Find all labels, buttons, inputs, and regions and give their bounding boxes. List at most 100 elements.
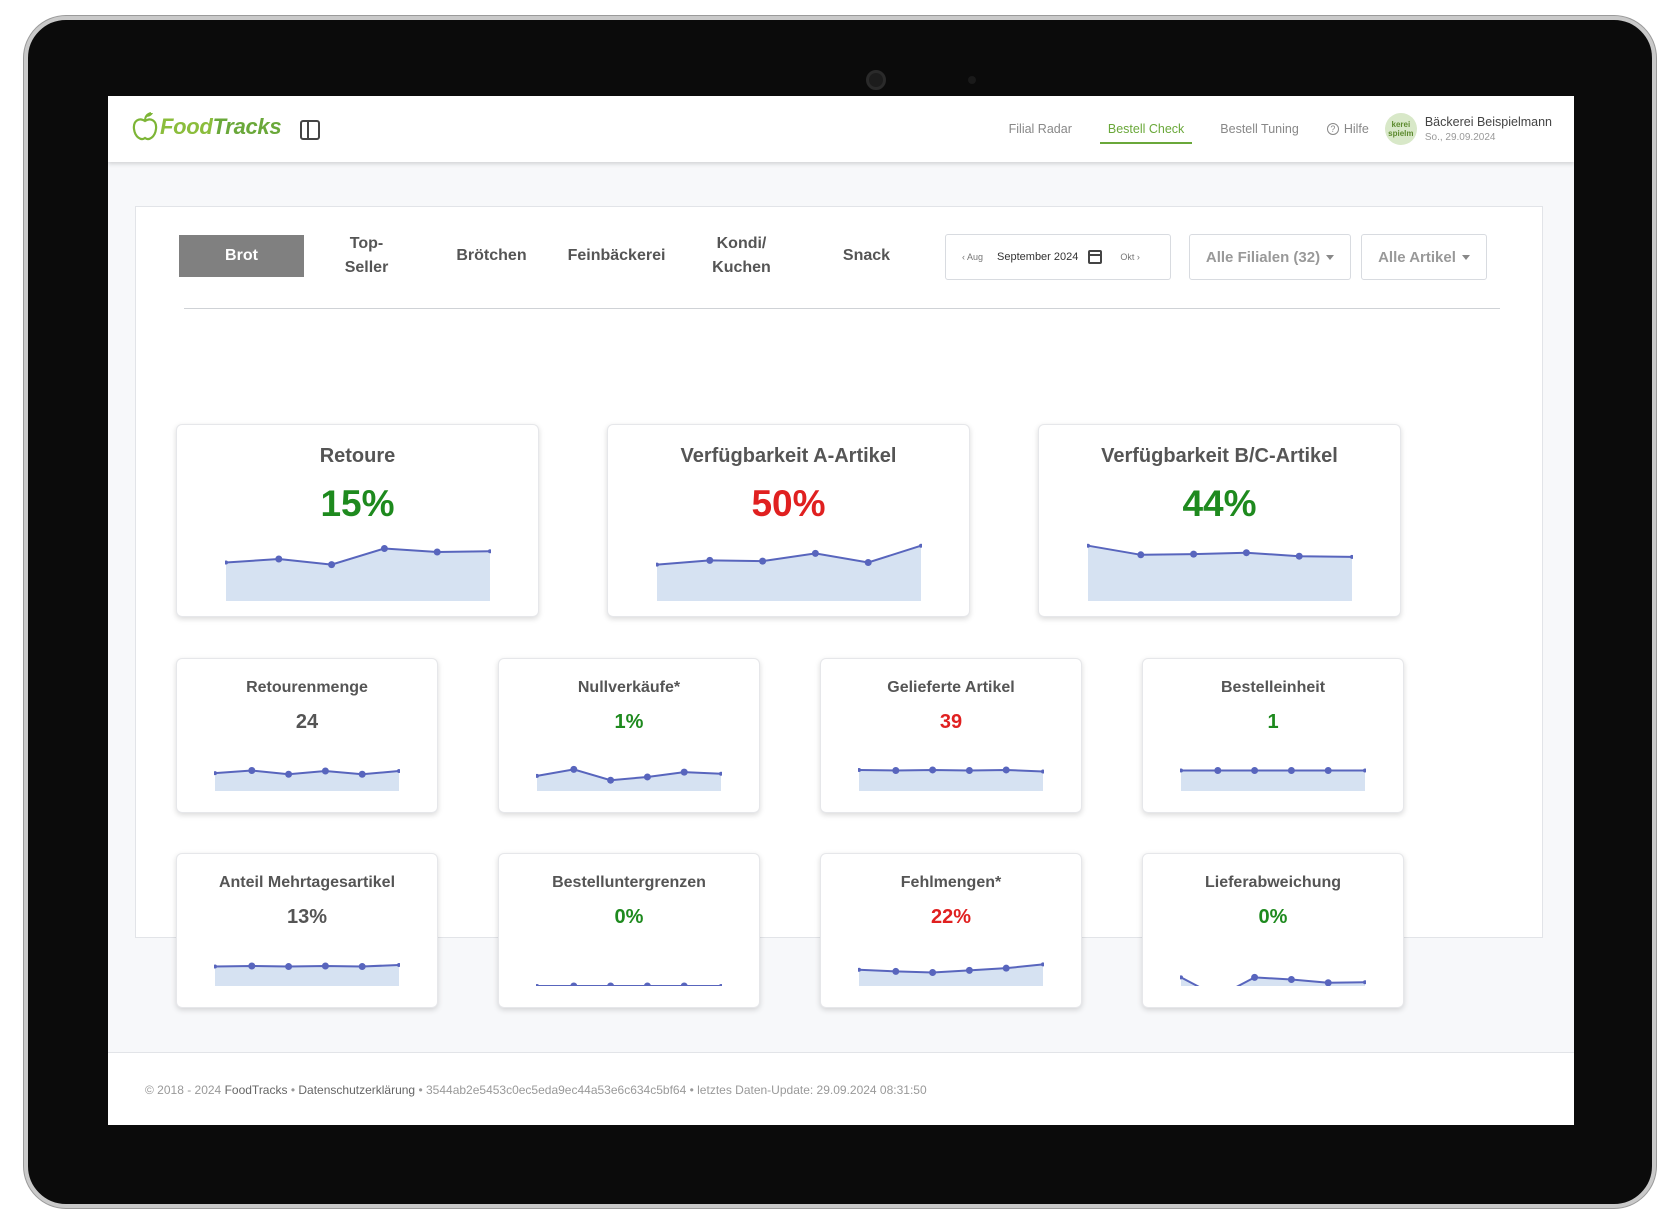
kpi-title: Retourenmenge — [246, 679, 368, 696]
tab-snack[interactable]: Snack — [804, 235, 929, 277]
kpi-card[interactable]: Lieferabweichung 0% — [1142, 853, 1404, 1008]
current-month[interactable]: September 2024 — [997, 251, 1078, 263]
kpi-title: Verfügbarkeit A-Artikel — [680, 445, 897, 467]
kpi-card[interactable]: Bestelleinheit 1 — [1142, 658, 1404, 813]
kpi-card[interactable]: Verfügbarkeit A-Artikel 50% — [607, 424, 970, 617]
footer-separator: • — [418, 1083, 426, 1097]
kpi-card[interactable]: Gelieferte Artikel 39 — [820, 658, 1082, 813]
kpi-card[interactable]: Bestelluntergrenzen 0% — [498, 853, 760, 1008]
tab-broetchen[interactable]: Brötchen — [429, 235, 554, 277]
sparkline-point — [1002, 964, 1010, 972]
footer-copyright: © 2018 - 2024 — [145, 1083, 222, 1097]
nav-bestell-tuning[interactable]: Bestell Tuning — [1202, 96, 1317, 162]
sparkline-point — [719, 984, 722, 986]
sparkline-point — [285, 963, 293, 971]
sparkline-point — [1324, 979, 1332, 986]
kpi-title: Bestelluntergrenzen — [552, 874, 706, 891]
trend-sparkline — [214, 962, 400, 986]
apple-logo-icon — [132, 112, 158, 141]
user-menu[interactable]: kerei spielm Bäckerei Beispielmann So., … — [1379, 113, 1574, 145]
filialen-select[interactable]: Alle Filialen (32) — [1189, 234, 1351, 280]
trend-sparkline — [536, 765, 722, 791]
kpi-value: 0% — [1258, 906, 1288, 928]
main-nav: Filial Radar Bestell Check Bestell Tunin… — [991, 96, 1574, 162]
tab-top-seller[interactable]: Top- Seller — [304, 235, 429, 277]
sparkline-point — [1137, 551, 1145, 559]
sparkline-point — [1295, 552, 1303, 560]
artikel-select-label: Alle Artikel — [1378, 248, 1456, 266]
sparkline-point — [536, 984, 539, 986]
nav-bestell-check[interactable]: Bestell Check — [1090, 96, 1202, 162]
kpi-value: 0% — [614, 906, 644, 928]
user-name: Bäckerei Beispielmann — [1424, 115, 1552, 129]
tab-top-seller-label: Top- Seller — [344, 235, 389, 276]
calendar-icon[interactable] — [1088, 250, 1103, 264]
sparkline-point — [892, 967, 900, 975]
filialen-select-label: Alle Filialen (32) — [1205, 248, 1321, 266]
trend-sparkline — [1180, 766, 1366, 791]
kpi-card[interactable]: Nullverkäufe* 1% — [498, 658, 760, 813]
sparkline-point — [643, 982, 651, 986]
artikel-select[interactable]: Alle Artikel — [1361, 234, 1487, 280]
help-label: Hilfe — [1343, 122, 1369, 136]
tab-brot[interactable]: Brot — [179, 235, 304, 277]
sparkline-point — [680, 982, 688, 986]
next-month-button[interactable]: Okt › — [1120, 252, 1140, 262]
sparkline-point — [328, 561, 336, 569]
tab-feinbaeckerei[interactable]: Feinbäckerei — [554, 235, 679, 277]
toolbar-divider — [184, 308, 1500, 309]
sparkline-point — [570, 765, 578, 773]
kpi-title: Anteil Mehrtagesartikel — [218, 874, 396, 891]
sparkline-area — [657, 545, 921, 601]
footer-update: letztes Daten-Update: 29.09.2024 08:31:5… — [697, 1083, 927, 1097]
sparkline-point — [892, 766, 900, 774]
category-tabs: Brot Top- Seller Brötchen Feinbäckerei K… — [179, 235, 929, 277]
trend-sparkline — [536, 982, 722, 986]
kpi-value: 44% — [1182, 483, 1257, 524]
previous-month-button[interactable]: ‹ Aug — [962, 252, 983, 262]
help-icon: ? — [1326, 123, 1339, 135]
sparkline-point — [1242, 549, 1250, 557]
kpi-value: 1 — [1267, 711, 1279, 733]
kpi-title: Bestelleinheit — [1220, 679, 1326, 696]
camera-sensor — [968, 76, 976, 84]
kpi-title: Retoure — [319, 445, 396, 467]
app-screen: FoodTracks Filial Radar Bestell Check Be… — [108, 96, 1574, 1125]
sparkline-point — [321, 767, 329, 775]
kpi-card[interactable]: Fehlmengen* 22% — [820, 853, 1082, 1008]
kpi-value: 39 — [939, 711, 963, 733]
kpi-value: 1% — [614, 711, 644, 733]
sparkline-area — [859, 769, 1043, 791]
help-link[interactable]: ? Hilfe — [1317, 122, 1379, 136]
kpi-card[interactable]: Anteil Mehrtagesartikel 13% — [176, 853, 438, 1008]
avatar: kerei spielm — [1384, 113, 1417, 145]
sparkline-point — [811, 549, 819, 557]
sparkline-point — [1002, 766, 1010, 774]
sparkline-point — [680, 768, 688, 776]
main-content: Brot Top- Seller Brötchen Feinbäckerei K… — [108, 162, 1574, 1052]
sparkline-point — [275, 555, 283, 563]
sparkline-point — [1251, 973, 1259, 981]
kpi-title: Lieferabweichung — [1204, 874, 1342, 891]
sparkline-point — [1190, 550, 1198, 558]
foodtracks-logo[interactable]: FoodTracks — [132, 112, 282, 142]
trend-sparkline — [656, 543, 922, 601]
kpi-title: Nullverkäufe* — [577, 679, 681, 696]
footer-hash: 3544ab2e5453c0ec5eda9ec44a53e6c634c5bf64 — [426, 1083, 687, 1097]
sparkline-point — [706, 556, 714, 564]
nav-filial-radar[interactable]: Filial Radar — [991, 96, 1090, 162]
sparkline-point — [607, 982, 615, 986]
kpi-value: 15% — [320, 483, 395, 524]
kpi-card[interactable]: Retourenmenge 24 — [176, 658, 438, 813]
sidebar-toggle-icon[interactable] — [300, 120, 320, 140]
tab-kondi-kuchen[interactable]: Kondi/ Kuchen — [679, 235, 804, 277]
sparkline-point — [965, 766, 973, 774]
kpi-title: Fehlmengen* — [900, 874, 1002, 891]
sparkline-point — [1324, 766, 1332, 774]
privacy-link[interactable]: Datenschutzerklärung — [298, 1083, 415, 1097]
kpi-card[interactable]: Retoure 15% — [176, 424, 539, 617]
kpi-card[interactable]: Verfügbarkeit B/C-Artikel 44% — [1038, 424, 1401, 617]
sparkline-point — [570, 982, 578, 986]
sparkline-line — [214, 963, 400, 968]
tab-kondi-kuchen-label: Kondi/ Kuchen — [712, 235, 771, 276]
